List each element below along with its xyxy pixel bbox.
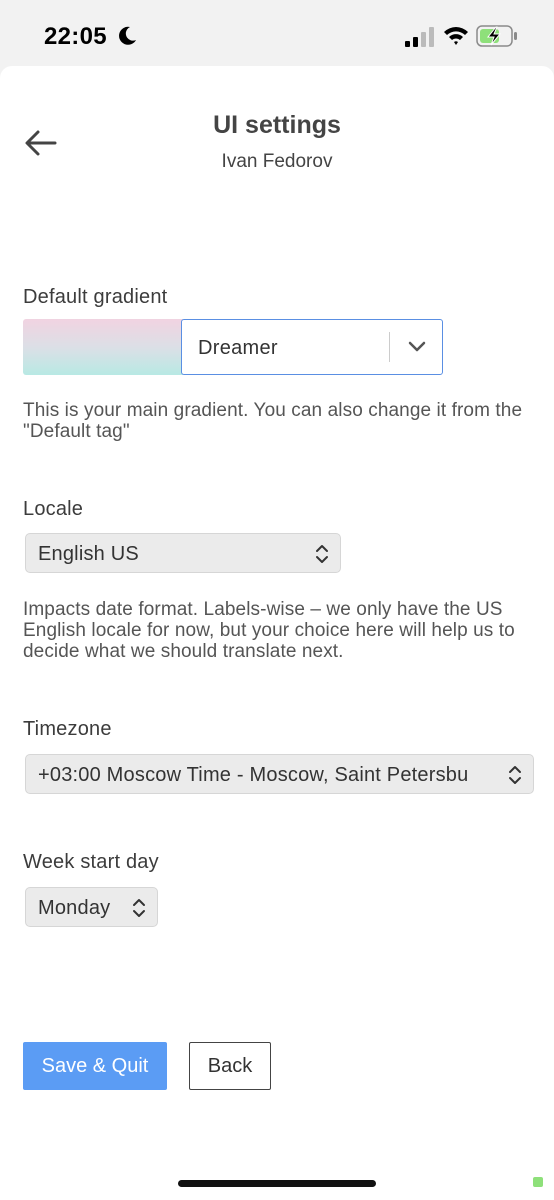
gradient-help-text: This is your main gradient. You can also… — [23, 400, 523, 442]
gradient-select[interactable]: Dreamer — [181, 319, 443, 375]
save-quit-button[interactable]: Save & Quit — [23, 1042, 167, 1090]
chevron-updown-icon — [316, 545, 328, 563]
moon-icon — [119, 26, 136, 45]
chevron-updown-icon — [133, 899, 145, 917]
timezone-select-value: +03:00 Moscow Time - Moscow, Saint Peter… — [38, 764, 469, 786]
locale-label: Locale — [23, 498, 84, 520]
gradient-label: Default gradient — [23, 286, 168, 308]
week-start-select-value: Monday — [38, 897, 111, 919]
battery-charging-icon — [476, 25, 517, 47]
page-subtitle: Ivan Fedorov — [221, 151, 333, 172]
chevron-updown-icon — [508, 765, 522, 785]
gradient-swatch — [23, 319, 183, 375]
cellular-signal-icon — [405, 27, 434, 47]
locale-help-text: Impacts date format. Labels-wise – we on… — [23, 599, 515, 662]
corner-indicator-dot — [533, 1177, 543, 1187]
page-title: UI settings — [213, 111, 341, 139]
locale-select[interactable]: English US — [25, 533, 341, 573]
back-button[interactable]: Back — [189, 1042, 271, 1090]
home-indicator — [178, 1180, 376, 1187]
timezone-label: Timezone — [23, 718, 112, 740]
select-divider — [389, 332, 390, 362]
timezone-select[interactable]: +03:00 Moscow Time - Moscow, Saint Peter… — [25, 754, 534, 794]
gradient-select-value: Dreamer — [198, 337, 278, 359]
wifi-icon — [444, 27, 468, 45]
status-bar: 22:05 — [0, 0, 554, 66]
locale-select-value: English US — [38, 543, 139, 565]
status-time: 22:05 — [44, 23, 107, 50]
week-start-select[interactable]: Monday — [25, 887, 158, 927]
week-start-label: Week start day — [23, 851, 159, 873]
chevron-down-icon[interactable] — [408, 340, 426, 354]
